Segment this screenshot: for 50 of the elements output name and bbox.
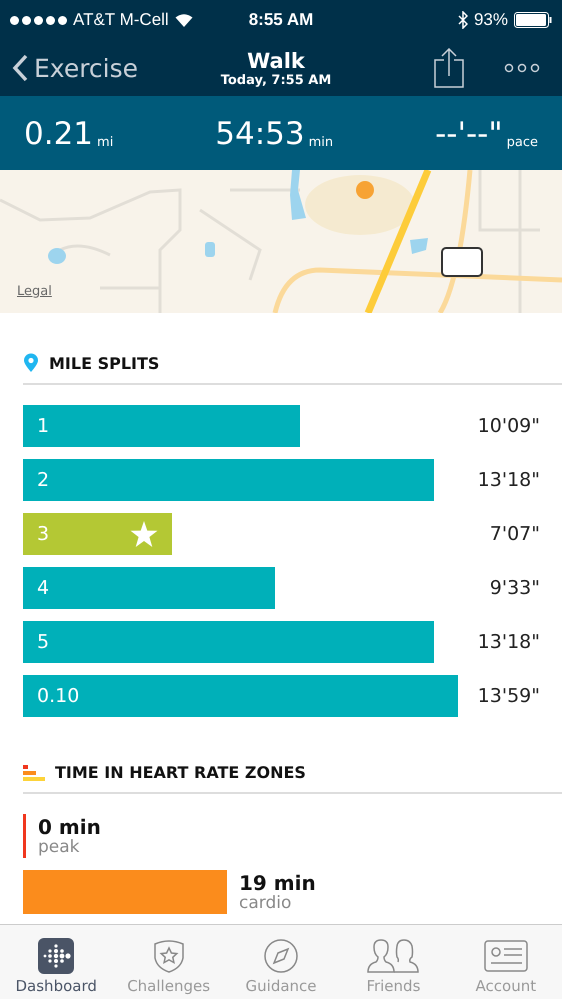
stat-value: --'--" (435, 119, 503, 150)
tab-item[interactable]: Dashboard (0, 925, 112, 999)
stat-unit: mi (97, 135, 114, 150)
tab-item[interactable]: Challenges (112, 925, 225, 999)
battery-icon (514, 12, 552, 28)
tab-item[interactable]: Account (450, 925, 562, 999)
split-time: 7'07" (488, 523, 540, 545)
split-time: 13'18" (476, 469, 540, 491)
location-pin-icon (23, 353, 39, 373)
stat-value: 0.21 (24, 119, 94, 150)
bar-chart-icon (23, 764, 45, 780)
split-label: 5 (37, 631, 50, 653)
stat-value: 54:53 (215, 119, 305, 150)
people-icon (366, 938, 420, 974)
stat-unit: min (308, 135, 334, 150)
date-subtitle: Today, 7:55 AM (220, 72, 332, 88)
split-label: 3 (37, 523, 50, 545)
split-time: 10'09" (476, 415, 540, 437)
zone-label: peak (38, 838, 81, 856)
split-time: 13'18" (476, 631, 540, 653)
split-label: 1 (37, 415, 50, 437)
wifi-icon (174, 13, 193, 27)
chevron-left-icon (12, 54, 28, 82)
split-time: 13'59" (476, 685, 540, 707)
signal-icon (10, 16, 67, 24)
battery-percent: 93% (474, 10, 508, 30)
back-button[interactable]: Exercise (12, 54, 221, 82)
zone-label: cardio (239, 894, 292, 912)
split-label: 2 (37, 469, 50, 491)
clock-time: 8:55 AM (248, 10, 314, 30)
more-icon[interactable] (504, 63, 540, 73)
legal-link[interactable]: Legal (17, 284, 52, 299)
bluetooth-icon (458, 11, 468, 29)
section-title: MILE SPLITS (49, 354, 160, 372)
star-icon (130, 520, 158, 548)
tab-item[interactable]: Guidance (224, 925, 338, 999)
id-card-icon (484, 938, 528, 974)
split-label: 4 (37, 577, 50, 599)
tab-item[interactable]: Friends (337, 925, 450, 999)
share-icon[interactable] (434, 48, 464, 88)
split-time: 9'33" (488, 577, 540, 599)
page-title: Walk (247, 48, 305, 72)
carrier-name: AT&T M-Cell (73, 10, 169, 30)
stat-unit: pace (506, 135, 538, 150)
zone-minutes: 19 min (239, 872, 316, 894)
split-label: 0.10 (37, 685, 80, 707)
dots-logo-icon (38, 938, 74, 974)
section-title: TIME IN HEART RATE ZONES (55, 763, 306, 782)
zone-minutes: 0 min (38, 816, 101, 838)
compass-icon (263, 938, 300, 974)
